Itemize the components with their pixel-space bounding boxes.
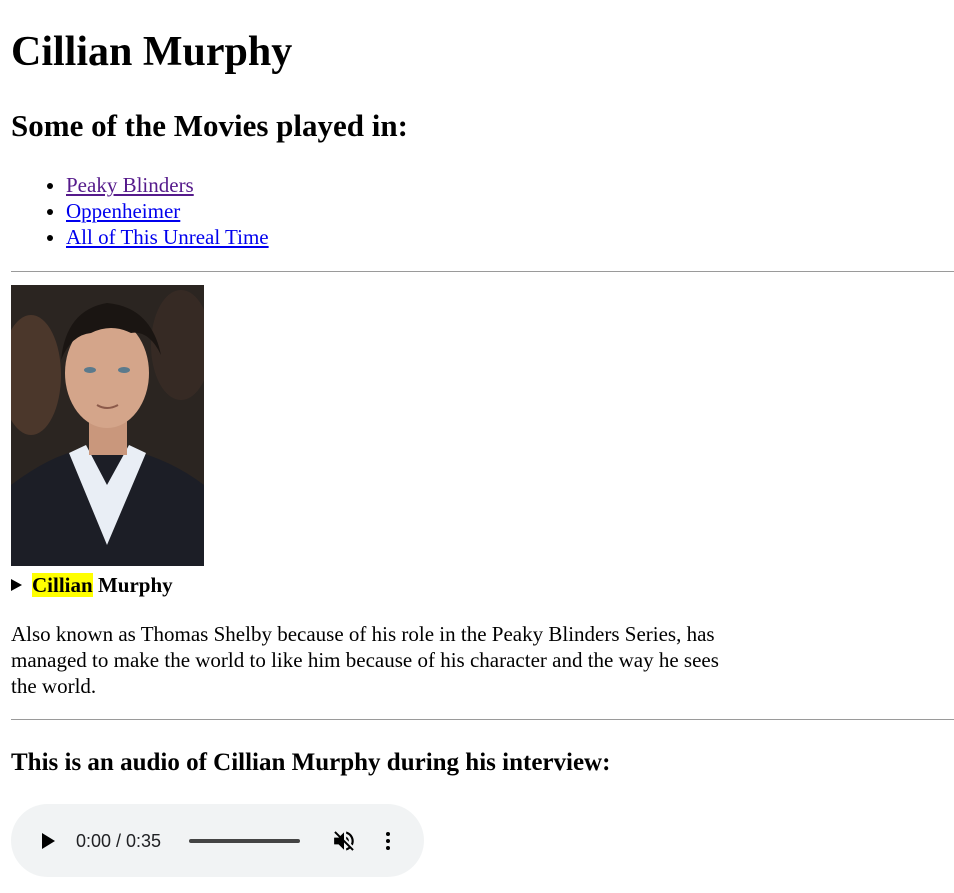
play-icon[interactable] [42,833,55,849]
highlighted-first-name: Cillian [32,573,93,597]
movies-heading: Some of the Movies played in: [11,108,408,143]
actor-photo [11,285,204,566]
page-title: Cillian Murphy [11,29,293,75]
more-vertical-icon[interactable] [379,830,397,852]
triangle-right-icon [11,579,22,591]
audio-player[interactable]: 0:00 / 0:35 [11,804,424,877]
movie-link-oppenheimer[interactable]: Oppenheimer [66,199,180,223]
list-item: Peaky Blinders [66,172,269,198]
time-display: 0:00 / 0:35 [76,831,162,851]
details-summary[interactable]: Cillian Murphy [11,572,173,598]
divider [11,271,954,272]
summary-last-name: Murphy [92,573,173,597]
list-item: Oppenheimer [66,198,269,224]
divider [11,719,954,720]
movie-link-peaky-blinders[interactable]: Peaky Blinders [66,173,194,197]
bio-paragraph: Also known as Thomas Shelby because of h… [11,622,719,698]
portrait-image [11,285,204,566]
movie-list: Peaky Blinders Oppenheimer All of This U… [11,172,269,250]
progress-bar[interactable] [189,839,300,843]
movie-link-all-of-this-unreal-time[interactable]: All of This Unreal Time [66,225,269,249]
volume-muted-icon[interactable] [331,828,357,854]
list-item: All of This Unreal Time [66,224,269,250]
audio-heading: This is an audio of Cillian Murphy durin… [11,749,611,776]
